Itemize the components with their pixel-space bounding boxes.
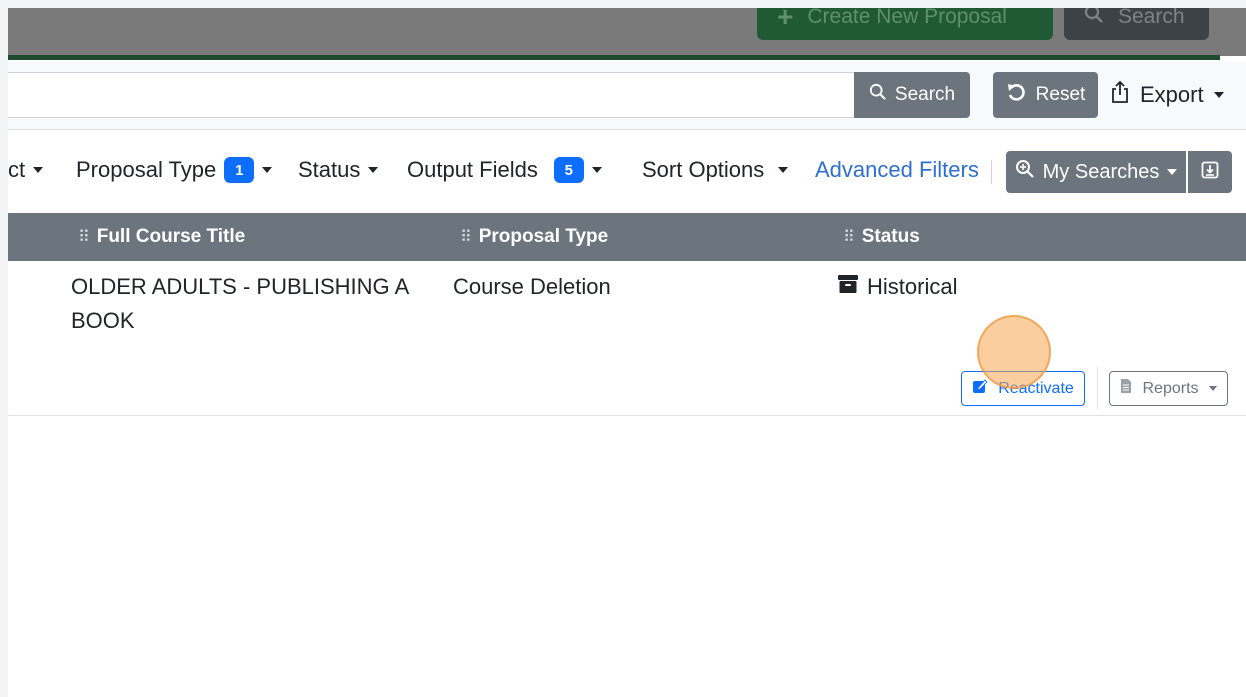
advanced-filters-link[interactable]: Advanced Filters	[815, 157, 979, 183]
filter-output-fields[interactable]: Output Fields 5	[407, 157, 602, 183]
header-divider	[8, 55, 1220, 60]
chevron-down-icon	[1167, 169, 1178, 175]
status-label: Historical	[867, 274, 958, 299]
filter-sort-options[interactable]: Sort Options	[642, 157, 789, 183]
proposal-type-count-badge: 1	[224, 157, 255, 183]
edit-icon	[972, 378, 988, 399]
filter-proposal-type-label: Proposal Type	[76, 157, 217, 182]
drag-handle-icon[interactable]: ⠿	[843, 227, 855, 247]
column-header-status[interactable]: ⠿ Status	[843, 226, 920, 248]
export-label: Export	[1140, 82, 1204, 107]
filters-bar: ct Proposal Type 1 Status Output Fields …	[8, 131, 1246, 213]
app-frame: + Create New Proposal Search Search Rese…	[8, 8, 1246, 697]
filter-output-fields-label: Output Fields	[407, 157, 538, 182]
click-indicator	[977, 315, 1051, 389]
drag-handle-icon[interactable]: ⠿	[78, 227, 90, 247]
create-new-proposal-button[interactable]: + Create New Proposal	[757, 8, 1053, 40]
column-type-label: Proposal Type	[478, 226, 609, 247]
filter-proposal-type[interactable]: Proposal Type 1	[76, 157, 273, 183]
results-table-header: ⠿ Full Course Title ⠿ Proposal Type ⠿ St…	[8, 213, 1246, 261]
archive-icon	[837, 270, 859, 304]
chevron-down-icon	[778, 167, 789, 173]
reports-dropdown[interactable]: Reports	[1109, 371, 1228, 406]
keyword-search-input[interactable]	[8, 72, 855, 118]
table-row: OLDER ADULTS - PUBLISHING A BOOK Course …	[8, 261, 1246, 416]
column-header-proposal-type[interactable]: ⠿ Proposal Type	[460, 226, 608, 248]
reset-button-label: Reset	[1035, 84, 1086, 105]
chevron-down-icon	[262, 167, 273, 173]
search-bar-row: Search Reset Export	[8, 62, 1246, 130]
course-title-cell: OLDER ADULTS - PUBLISHING A BOOK	[71, 274, 409, 333]
save-search-button[interactable]	[1188, 151, 1232, 193]
my-searches-dropdown[interactable]: My Searches	[1006, 151, 1186, 193]
reports-label: Reports	[1142, 379, 1199, 397]
chevron-down-icon	[368, 167, 379, 173]
chevron-down-icon	[591, 167, 602, 173]
column-header-full-course-title[interactable]: ⠿ Full Course Title	[78, 226, 245, 248]
header-search-button[interactable]: Search	[1064, 8, 1209, 40]
reset-button[interactable]: Reset	[993, 72, 1098, 118]
filter-status[interactable]: Status	[298, 157, 379, 183]
filter-subject[interactable]: ct	[8, 157, 44, 183]
status-cell: Historical	[837, 270, 957, 304]
chevron-down-icon	[1208, 386, 1217, 391]
undo-icon	[1006, 82, 1026, 108]
zoom-search-icon	[1015, 159, 1035, 185]
filter-status-label: Status	[298, 157, 361, 182]
filters-divider	[991, 160, 992, 184]
share-icon	[1110, 80, 1130, 110]
chevron-down-icon	[1213, 92, 1224, 98]
column-title-label: Full Course Title	[96, 226, 246, 247]
plus-icon: +	[777, 8, 794, 32]
output-fields-count-badge: 5	[553, 157, 584, 183]
create-new-proposal-label: Create New Proposal	[807, 8, 1007, 28]
export-dropdown[interactable]: Export	[1110, 72, 1236, 118]
search-icon	[1084, 8, 1104, 30]
top-header: + Create New Proposal Search	[8, 8, 1246, 60]
column-status-label: Status	[861, 226, 920, 247]
download-box-icon	[1200, 160, 1220, 185]
filter-sort-options-label: Sort Options	[642, 157, 765, 182]
search-button-label: Search	[894, 84, 956, 105]
proposal-type-cell: Course Deletion	[453, 274, 611, 299]
chevron-down-icon	[33, 167, 44, 173]
document-icon	[1120, 378, 1132, 399]
my-searches-label: My Searches	[1042, 160, 1160, 183]
search-button[interactable]: Search	[854, 72, 970, 118]
actions-divider	[1097, 367, 1098, 409]
search-icon	[869, 83, 887, 107]
drag-handle-icon[interactable]: ⠿	[460, 227, 472, 247]
header-search-label: Search	[1118, 8, 1185, 28]
filter-subject-label: ct	[8, 157, 26, 182]
